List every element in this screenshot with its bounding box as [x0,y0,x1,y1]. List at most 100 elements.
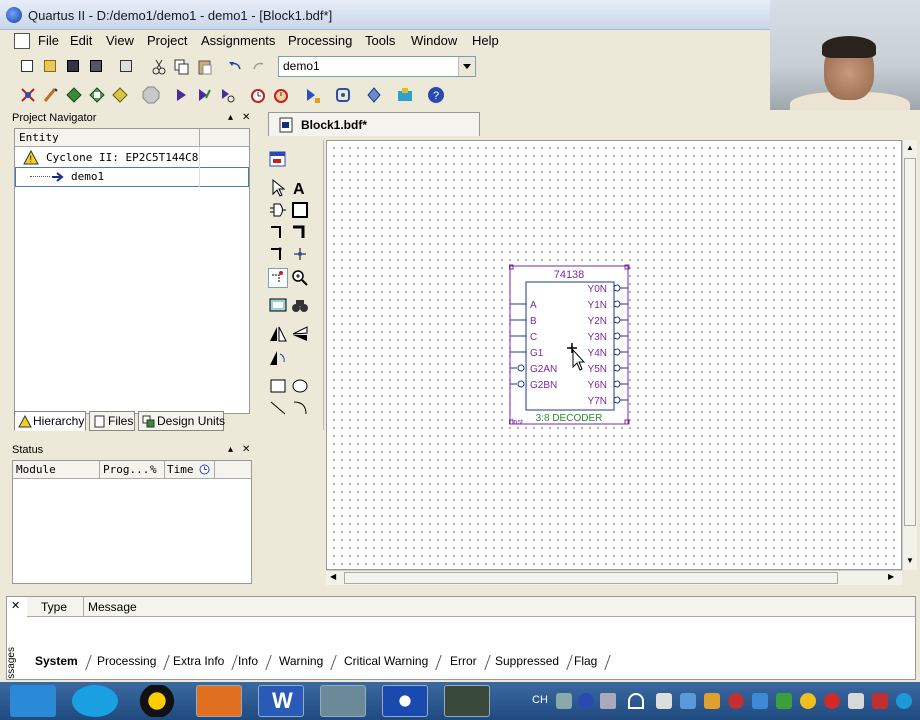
rotate-left-icon[interactable] [268,348,288,368]
programmer-icon[interactable] [302,85,320,103]
paste-icon[interactable] [195,57,213,75]
menu-tools[interactable]: Tools [365,33,395,48]
tab-extra-info[interactable]: Extra Info [167,653,232,671]
copy-icon[interactable] [172,57,190,75]
tab-info[interactable]: Info [232,653,266,671]
menu-edit[interactable]: Edit [70,33,92,48]
message-column-header[interactable]: Message [88,600,137,614]
rectangle-tool-icon[interactable] [268,376,288,396]
tab-error[interactable]: Error [444,653,485,671]
recorder-icon[interactable] [444,685,490,717]
display-icon[interactable] [656,693,672,709]
progress-column-header[interactable]: Prog... [103,463,149,476]
tab-system[interactable]: System [29,653,86,671]
word-icon[interactable]: W [258,685,304,717]
megawizard-icon[interactable] [395,85,413,103]
tray-app-icon[interactable] [752,693,768,709]
tab-design-units[interactable]: Design Units [138,411,225,431]
tab-flag[interactable]: Flag [568,653,605,671]
tab-processing[interactable]: Processing [91,653,164,671]
menu-window[interactable]: Window [411,33,457,48]
symbol-tool-icon[interactable] [268,200,288,220]
keyboard-icon[interactable] [556,693,572,709]
quartus-taskbar-icon[interactable] [382,685,428,717]
redo-icon[interactable] [249,57,267,75]
menu-view[interactable]: View [106,33,134,48]
block-diagram-canvas[interactable]: 74138 A B C G1 G2AN G2BN Y0N Y1N Y2N Y3N Y4N Y5N Y6… [326,140,902,570]
tray-app-icon[interactable] [824,693,840,709]
conduit-tool-icon[interactable] [268,244,288,264]
timing-closure-icon[interactable] [110,85,128,103]
block-tool-icon[interactable] [290,200,310,220]
close-icon[interactable]: ✕ [242,444,250,455]
panel-pin-icon[interactable]: ▴ [228,444,233,455]
tab-warning[interactable]: Warning [273,653,331,671]
orthogonal-node-tool-icon[interactable] [268,222,288,242]
vertical-scrollbar[interactable]: ▲ ▼ [902,140,917,570]
chevron-down-icon[interactable] [458,57,475,76]
arc-tool-icon[interactable] [290,398,310,418]
document-menu-icon[interactable] [14,33,30,49]
menu-help[interactable]: Help [472,33,499,48]
tray-app-icon[interactable] [800,693,816,709]
menu-assignments[interactable]: Assignments [201,33,275,48]
entity-column-header[interactable]: Entity [19,131,59,144]
design-partition-icon[interactable] [87,85,105,103]
panel-pin-icon[interactable]: ▴ [228,112,233,123]
shield-icon[interactable] [776,693,792,709]
pin-planner-icon[interactable] [41,85,59,103]
tab-hierarchy[interactable]: Hierarchy [14,411,86,431]
orthogonal-bus-tool-icon[interactable] [290,222,310,242]
chip-planner-icon[interactable] [64,85,82,103]
open-folder-icon[interactable] [41,57,59,75]
scroll-left-icon[interactable]: ◀ [330,572,336,581]
line-tool-icon[interactable] [268,398,288,418]
scroll-up-icon[interactable]: ▲ [906,143,914,152]
tab-critical-warning[interactable]: Critical Warning [338,653,436,671]
tab-suppressed[interactable]: Suppressed [489,653,567,671]
assignment-editor-icon[interactable] [18,85,36,103]
detach-window-icon[interactable] [268,150,288,170]
scroll-down-icon[interactable]: ▼ [906,556,914,565]
horizontal-scroll-thumb[interactable] [344,572,838,584]
print-icon[interactable] [117,57,135,75]
analysis-synthesis-icon[interactable] [194,85,212,103]
start-compilation-icon[interactable] [171,85,189,103]
save-icon[interactable] [64,57,82,75]
qq-icon[interactable] [134,685,180,717]
save-all-icon[interactable] [87,57,105,75]
vertical-scroll-thumb[interactable] [904,158,916,526]
close-icon[interactable]: ✕ [242,112,250,123]
tray-app-icon[interactable] [728,693,744,709]
undo-icon[interactable] [225,57,243,75]
analysis-elaboration-icon[interactable] [217,85,235,103]
menu-processing[interactable]: Processing [288,33,352,48]
percent-column-header[interactable]: % [150,463,157,476]
menu-project[interactable]: Project [147,33,187,48]
timing-analyzer-icon[interactable] [248,85,266,103]
tray-app-icon[interactable] [896,693,912,709]
type-column-header[interactable]: Type [41,600,67,614]
language-indicator[interactable]: CH [532,694,548,706]
tray-app-icon[interactable] [872,693,888,709]
timequest-icon[interactable] [271,85,289,103]
cloud-app-icon[interactable] [10,685,56,717]
help-tray-icon[interactable] [578,693,594,709]
scroll-right-icon[interactable]: ▶ [888,572,894,581]
horizontal-scrollbar[interactable]: ◀ ▶ [326,570,902,585]
partial-line-select-icon[interactable] [268,268,288,288]
rubberbanding-icon[interactable] [290,244,310,264]
module-column-header[interactable]: Module [16,463,56,476]
full-screen-icon[interactable] [268,296,288,316]
find-icon[interactable] [290,296,310,316]
close-icon[interactable]: ✕ [11,599,20,612]
zoom-tool-icon[interactable] [290,268,310,288]
selection-tool-icon[interactable] [268,178,288,198]
tray-options-icon[interactable] [600,693,616,709]
network-app-icon[interactable] [72,685,118,717]
browser-icon[interactable] [196,685,242,717]
tab-files[interactable]: Files [89,411,135,431]
top-entity-row[interactable]: demo1 [15,167,249,187]
project-selector[interactable]: demo1 [278,56,476,77]
tray-app-icon[interactable] [680,693,696,709]
